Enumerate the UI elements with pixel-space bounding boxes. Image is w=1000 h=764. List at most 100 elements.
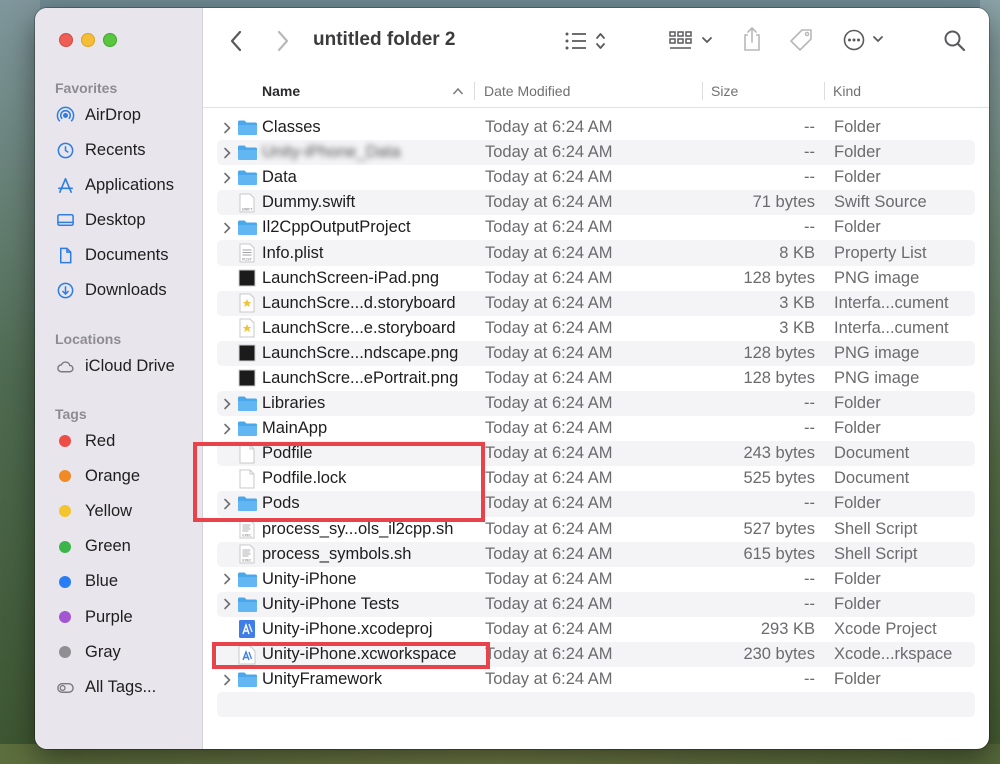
- disclosure-chevron-icon[interactable]: [221, 115, 233, 140]
- sidebar-item-desktop[interactable]: Desktop: [55, 205, 146, 235]
- sidebar-section-tags: Tags: [55, 406, 87, 422]
- file-size: 527 bytes: [743, 519, 815, 538]
- storyboard-file-icon: [236, 292, 258, 314]
- file-row[interactable]: Pods Today at 6:24 AM -- Folder: [217, 491, 975, 517]
- share-button[interactable]: [741, 26, 763, 52]
- file-row[interactable]: Il2CppOutputProject Today at 6:24 AM -- Fol…: [217, 215, 975, 240]
- window-title: untitled folder 2: [313, 29, 456, 50]
- column-header-date-modified[interactable]: Date Modified: [484, 74, 570, 108]
- disclosure-chevron-icon[interactable]: [221, 667, 233, 692]
- file-kind: Folder: [834, 143, 881, 162]
- file-row[interactable]: LaunchScre...ePortrait.png Today at 6:24 …: [217, 366, 975, 391]
- file-row[interactable]: Unity-iPhone.xcodeproj Today at 6:24 AM 29…: [217, 617, 975, 642]
- disclosure-chevron-icon[interactable]: [221, 215, 233, 240]
- file-name: Info.plist: [262, 243, 324, 262]
- file-row[interactable]: LaunchScre...ndscape.png Today at 6:24 AM…: [217, 340, 975, 366]
- file-row[interactable]: LaunchScreen-iPad.png Today at 6:24 AM 128…: [217, 266, 975, 291]
- disclosure-chevron-icon[interactable]: [221, 491, 233, 516]
- file-name: Unity-iPhone.xcodeproj: [262, 619, 433, 638]
- sidebar-tag-orange[interactable]: Orange: [55, 461, 140, 491]
- zoom-button[interactable]: [103, 33, 117, 47]
- grid-icon: [669, 31, 712, 49]
- file-kind: Folder: [834, 419, 881, 438]
- view-mode-list-button[interactable]: [565, 31, 607, 51]
- shell-script-icon: EXEC: [236, 518, 258, 540]
- file-date-modified: Today at 6:24 AM: [485, 645, 613, 664]
- minimize-button[interactable]: [81, 33, 95, 47]
- file-name: LaunchScre...d.storyboard: [262, 293, 456, 312]
- file-row[interactable]: Podfile.lock Today at 6:24 AM 525 bytes Doc…: [217, 466, 975, 491]
- disclosure-chevron-icon[interactable]: [221, 140, 233, 165]
- search-button[interactable]: [943, 29, 967, 53]
- disclosure-chevron-icon[interactable]: [221, 592, 233, 617]
- disclosure-chevron-icon[interactable]: [221, 567, 233, 592]
- sidebar-tag-blue[interactable]: Blue: [55, 567, 118, 597]
- column-divider[interactable]: [824, 82, 825, 100]
- all-tags-icon: [55, 677, 75, 697]
- desktop-icon: [55, 210, 75, 230]
- sidebar-tag-purple[interactable]: Purple: [55, 602, 133, 632]
- back-button[interactable]: [229, 30, 243, 52]
- sidebar-item-downloads[interactable]: Downloads: [55, 275, 167, 305]
- disclosure-chevron-icon[interactable]: [221, 391, 233, 416]
- file-kind: Folder: [834, 168, 881, 187]
- group-button[interactable]: [669, 30, 715, 52]
- folder-icon: [236, 117, 258, 139]
- file-row[interactable]: MainApp Today at 6:24 AM -- Folder: [217, 416, 975, 441]
- sidebar-tag-gray[interactable]: Gray: [55, 637, 121, 667]
- disclosure-chevron-icon[interactable]: [221, 416, 233, 441]
- file-kind: Swift Source: [834, 193, 927, 212]
- file-row[interactable]: Libraries Today at 6:24 AM -- Folder: [217, 391, 975, 417]
- sort-ascending-icon[interactable]: [452, 74, 464, 108]
- column-header-kind[interactable]: Kind: [833, 74, 861, 108]
- file-row[interactable]: Unity-iPhone Today at 6:24 AM -- Folder: [217, 567, 975, 592]
- file-row[interactable]: Classes Today at 6:24 AM -- Folder: [217, 115, 975, 140]
- sidebar-item-label: Documents: [85, 245, 169, 264]
- sidebar-item-icloud-drive[interactable]: iCloud Drive: [55, 351, 175, 381]
- sidebar-tag-all-tags[interactable]: All Tags...: [55, 672, 156, 702]
- file-size: 615 bytes: [743, 544, 815, 563]
- column-divider[interactable]: [474, 82, 475, 100]
- tag-button[interactable]: [789, 28, 815, 52]
- file-row[interactable]: EXEC process_symbols.sh Today at 6:24 AM 61…: [217, 541, 975, 567]
- sidebar-item-label: Yellow: [85, 501, 133, 520]
- action-menu-button[interactable]: [843, 29, 885, 51]
- file-row[interactable]: PLIST Info.plist Today at 6:24 AM 8 KB Prope…: [217, 240, 975, 266]
- tag-dot-icon: [55, 466, 75, 486]
- file-row[interactable]: Unity-iPhone.xcworkspace Today at 6:24 AM…: [217, 641, 975, 668]
- file-name: Data: [262, 168, 297, 187]
- sidebar-item-applications[interactable]: Applications: [55, 170, 174, 200]
- file-row[interactable]: Unity-iPhone_Data Today at 6:24 AM -- Folde…: [217, 140, 975, 166]
- file-name: MainApp: [262, 419, 328, 438]
- file-date-modified: Today at 6:24 AM: [485, 118, 613, 137]
- sidebar-item-airdrop[interactable]: AirDrop: [55, 100, 141, 130]
- file-date-modified: Today at 6:24 AM: [485, 519, 613, 538]
- sidebar-tag-green[interactable]: Green: [55, 532, 131, 562]
- column-header-size[interactable]: Size: [711, 74, 738, 108]
- folder-icon: [236, 217, 258, 239]
- file-row[interactable]: Podfile Today at 6:24 AM 243 bytes Document: [217, 441, 975, 467]
- file-row[interactable]: LaunchScre...e.storyboard Today at 6:24 A…: [217, 316, 975, 341]
- file-date-modified: Today at 6:24 AM: [485, 168, 613, 187]
- file-name: Libraries: [262, 394, 326, 413]
- sidebar-item-label: Orange: [85, 466, 141, 485]
- file-row[interactable]: EXEC process_sy...ols_il2cpp.sh Today at 6…: [217, 517, 975, 542]
- sidebar-tag-red[interactable]: Red: [55, 426, 115, 456]
- file-size: 3 KB: [779, 318, 815, 337]
- column-divider[interactable]: [702, 82, 703, 100]
- column-header-name[interactable]: Name: [262, 74, 300, 108]
- sidebar-tag-yellow[interactable]: Yellow: [55, 496, 132, 526]
- file-row[interactable]: Data Today at 6:24 AM -- Folder: [217, 165, 975, 190]
- file-kind: Folder: [834, 394, 881, 413]
- disclosure-chevron-icon[interactable]: [221, 165, 233, 190]
- file-kind: PNG image: [834, 268, 920, 287]
- file-row[interactable]: SWIFT Dummy.swift Today at 6:24 AM 71 bytes…: [217, 190, 975, 216]
- folder-icon: [236, 142, 258, 164]
- file-row[interactable]: LaunchScre...d.storyboard Today at 6:24 A…: [217, 290, 975, 316]
- file-row[interactable]: Unity-iPhone Tests Today at 6:24 AM -- Fold…: [217, 591, 975, 617]
- forward-button[interactable]: [276, 30, 290, 52]
- file-row[interactable]: UnityFramework Today at 6:24 AM -- Folder: [217, 667, 975, 692]
- sidebar-item-documents[interactable]: Documents: [55, 240, 168, 270]
- sidebar-item-recents[interactable]: Recents: [55, 135, 146, 165]
- close-button[interactable]: [59, 33, 73, 47]
